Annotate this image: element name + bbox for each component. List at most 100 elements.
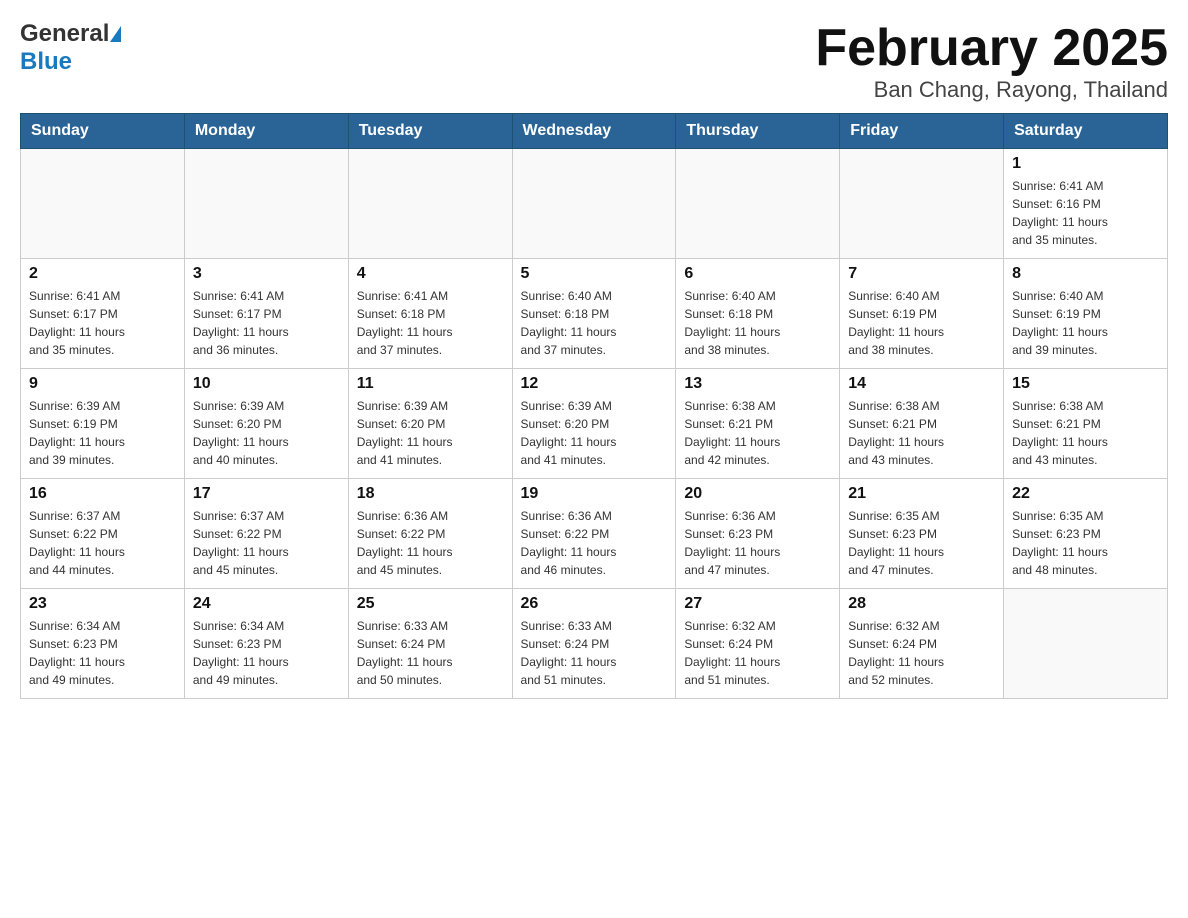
day-info: Sunrise: 6:36 AM Sunset: 6:22 PM Dayligh… xyxy=(521,507,668,579)
calendar-day-cell: 11Sunrise: 6:39 AM Sunset: 6:20 PM Dayli… xyxy=(348,369,512,479)
calendar-day-cell: 28 Sunrise: 6:32 AM Sunset: 6:24 PM Dayli… xyxy=(840,589,1004,699)
day-number: 19 xyxy=(521,485,668,503)
day-number: 27 xyxy=(684,595,831,613)
calendar-week-row: 23 Sunrise: 6:34 AM Sunset: 6:23 PM Dayli… xyxy=(21,589,1168,699)
page-header: General Blue February 2025 Ban Chang, Ra… xyxy=(20,20,1168,103)
day-number: 8 xyxy=(1012,265,1159,283)
day-number: 14 xyxy=(848,375,995,393)
calendar-day-cell: 6 Sunrise: 6:40 AM Sunset: 6:18 PM Daylig… xyxy=(676,259,840,369)
day-number: 13 xyxy=(684,375,831,393)
calendar-body: 1 Sunrise: 6:41 AM Sunset: 6:16 PM Daylig… xyxy=(21,149,1168,699)
day-info: Sunrise: 6:37 AM Sunset: 6:22 PM Dayligh… xyxy=(29,507,176,579)
page-title: February 2025 xyxy=(815,20,1168,77)
calendar-day-cell: 26Sunrise: 6:33 AM Sunset: 6:24 PM Dayli… xyxy=(512,589,676,699)
calendar-day-cell xyxy=(676,149,840,259)
calendar-week-row: 1 Sunrise: 6:41 AM Sunset: 6:16 PM Daylig… xyxy=(21,149,1168,259)
day-of-week-header: Thursday xyxy=(676,114,840,149)
day-info: Sunrise: 6:32 AM Sunset: 6:24 PM Dayligh… xyxy=(684,617,831,689)
calendar-day-cell xyxy=(348,149,512,259)
calendar-day-cell: 5Sunrise: 6:40 AM Sunset: 6:18 PM Daylig… xyxy=(512,259,676,369)
day-number: 1 xyxy=(1012,155,1159,173)
day-of-week-header: Monday xyxy=(184,114,348,149)
day-number: 22 xyxy=(1012,485,1159,503)
calendar-day-cell xyxy=(1004,589,1168,699)
day-number: 23 xyxy=(29,595,176,613)
calendar-table: SundayMondayTuesdayWednesdayThursdayFrid… xyxy=(20,113,1168,699)
calendar-day-cell xyxy=(184,149,348,259)
calendar-day-cell: 19 Sunrise: 6:36 AM Sunset: 6:22 PM Dayli… xyxy=(512,479,676,589)
day-number: 20 xyxy=(684,485,831,503)
calendar-day-cell xyxy=(21,149,185,259)
calendar-day-cell: 25 Sunrise: 6:33 AM Sunset: 6:24 PM Dayli… xyxy=(348,589,512,699)
day-info: Sunrise: 6:35 AM Sunset: 6:23 PM Dayligh… xyxy=(848,507,995,579)
day-info: Sunrise: 6:34 AM Sunset: 6:23 PM Dayligh… xyxy=(29,617,176,689)
day-number: 10 xyxy=(193,375,340,393)
calendar-header: SundayMondayTuesdayWednesdayThursdayFrid… xyxy=(21,114,1168,149)
day-number: 26 xyxy=(521,595,668,613)
day-number: 17 xyxy=(193,485,340,503)
day-number: 3 xyxy=(193,265,340,283)
day-number: 7 xyxy=(848,265,995,283)
title-block: February 2025 Ban Chang, Rayong, Thailan… xyxy=(815,20,1168,103)
day-of-week-header: Sunday xyxy=(21,114,185,149)
calendar-day-cell: 2 Sunrise: 6:41 AM Sunset: 6:17 PM Daylig… xyxy=(21,259,185,369)
calendar-day-cell: 16 Sunrise: 6:37 AM Sunset: 6:22 PM Dayli… xyxy=(21,479,185,589)
calendar-day-cell: 17 Sunrise: 6:37 AM Sunset: 6:22 PM Dayli… xyxy=(184,479,348,589)
day-info: Sunrise: 6:39 AM Sunset: 6:19 PM Dayligh… xyxy=(29,397,176,469)
day-info: Sunrise: 6:40 AM Sunset: 6:19 PM Dayligh… xyxy=(848,287,995,359)
day-number: 6 xyxy=(684,265,831,283)
day-info: Sunrise: 6:38 AM Sunset: 6:21 PM Dayligh… xyxy=(1012,397,1159,469)
day-info: Sunrise: 6:38 AM Sunset: 6:21 PM Dayligh… xyxy=(684,397,831,469)
day-info: Sunrise: 6:36 AM Sunset: 6:23 PM Dayligh… xyxy=(684,507,831,579)
calendar-day-cell: 24 Sunrise: 6:34 AM Sunset: 6:23 PM Dayli… xyxy=(184,589,348,699)
day-info: Sunrise: 6:32 AM Sunset: 6:24 PM Dayligh… xyxy=(848,617,995,689)
day-number: 5 xyxy=(521,265,668,283)
calendar-day-cell: 27 Sunrise: 6:32 AM Sunset: 6:24 PM Dayli… xyxy=(676,589,840,699)
day-info: Sunrise: 6:41 AM Sunset: 6:17 PM Dayligh… xyxy=(29,287,176,359)
logo-triangle-icon xyxy=(110,26,121,42)
day-number: 25 xyxy=(357,595,504,613)
day-number: 16 xyxy=(29,485,176,503)
day-info: Sunrise: 6:37 AM Sunset: 6:22 PM Dayligh… xyxy=(193,507,340,579)
day-of-week-header: Wednesday xyxy=(512,114,676,149)
page-subtitle: Ban Chang, Rayong, Thailand xyxy=(815,77,1168,103)
day-info: Sunrise: 6:41 AM Sunset: 6:16 PM Dayligh… xyxy=(1012,177,1159,249)
day-info: Sunrise: 6:33 AM Sunset: 6:24 PM Dayligh… xyxy=(357,617,504,689)
calendar-day-cell: 1 Sunrise: 6:41 AM Sunset: 6:16 PM Daylig… xyxy=(1004,149,1168,259)
calendar-day-cell: 4Sunrise: 6:41 AM Sunset: 6:18 PM Daylig… xyxy=(348,259,512,369)
day-info: Sunrise: 6:40 AM Sunset: 6:19 PM Dayligh… xyxy=(1012,287,1159,359)
day-of-week-header: Saturday xyxy=(1004,114,1168,149)
days-of-week-row: SundayMondayTuesdayWednesdayThursdayFrid… xyxy=(21,114,1168,149)
day-number: 18 xyxy=(357,485,504,503)
calendar-day-cell: 23 Sunrise: 6:34 AM Sunset: 6:23 PM Dayli… xyxy=(21,589,185,699)
day-number: 24 xyxy=(193,595,340,613)
calendar-day-cell: 14 Sunrise: 6:38 AM Sunset: 6:21 PM Dayli… xyxy=(840,369,1004,479)
calendar-day-cell: 10 Sunrise: 6:39 AM Sunset: 6:20 PM Dayli… xyxy=(184,369,348,479)
calendar-day-cell xyxy=(512,149,676,259)
day-number: 11 xyxy=(357,375,504,393)
calendar-day-cell: 13 Sunrise: 6:38 AM Sunset: 6:21 PM Dayli… xyxy=(676,369,840,479)
calendar-day-cell: 20 Sunrise: 6:36 AM Sunset: 6:23 PM Dayli… xyxy=(676,479,840,589)
day-info: Sunrise: 6:40 AM Sunset: 6:18 PM Dayligh… xyxy=(684,287,831,359)
day-number: 21 xyxy=(848,485,995,503)
day-info: Sunrise: 6:34 AM Sunset: 6:23 PM Dayligh… xyxy=(193,617,340,689)
day-number: 15 xyxy=(1012,375,1159,393)
day-info: Sunrise: 6:41 AM Sunset: 6:18 PM Dayligh… xyxy=(357,287,504,359)
calendar-day-cell: 3 Sunrise: 6:41 AM Sunset: 6:17 PM Daylig… xyxy=(184,259,348,369)
day-number: 28 xyxy=(848,595,995,613)
day-info: Sunrise: 6:39 AM Sunset: 6:20 PM Dayligh… xyxy=(193,397,340,469)
logo-blue-text: Blue xyxy=(20,48,72,75)
day-info: Sunrise: 6:41 AM Sunset: 6:17 PM Dayligh… xyxy=(193,287,340,359)
calendar-day-cell xyxy=(840,149,1004,259)
calendar-week-row: 16 Sunrise: 6:37 AM Sunset: 6:22 PM Dayli… xyxy=(21,479,1168,589)
calendar-day-cell: 21 Sunrise: 6:35 AM Sunset: 6:23 PM Dayli… xyxy=(840,479,1004,589)
calendar-day-cell: 22 Sunrise: 6:35 AM Sunset: 6:23 PM Dayli… xyxy=(1004,479,1168,589)
logo: General Blue xyxy=(20,20,121,76)
day-number: 9 xyxy=(29,375,176,393)
day-of-week-header: Tuesday xyxy=(348,114,512,149)
day-info: Sunrise: 6:35 AM Sunset: 6:23 PM Dayligh… xyxy=(1012,507,1159,579)
calendar-day-cell: 12Sunrise: 6:39 AM Sunset: 6:20 PM Dayli… xyxy=(512,369,676,479)
day-number: 2 xyxy=(29,265,176,283)
day-info: Sunrise: 6:38 AM Sunset: 6:21 PM Dayligh… xyxy=(848,397,995,469)
day-number: 12 xyxy=(521,375,668,393)
